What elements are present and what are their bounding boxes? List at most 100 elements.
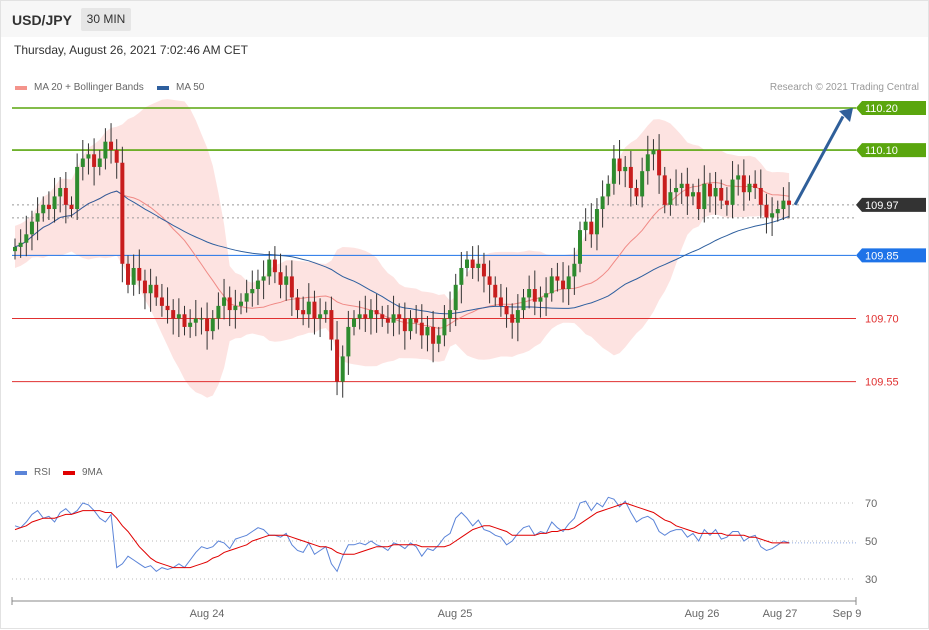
candle-body xyxy=(357,314,362,319)
candle-body xyxy=(165,305,170,311)
candle-body xyxy=(58,187,63,197)
candle-body xyxy=(142,280,147,294)
candle-body xyxy=(306,301,311,315)
candle-body xyxy=(13,246,17,252)
x-tick-label: Aug 24 xyxy=(190,608,225,620)
candle-body xyxy=(402,318,407,332)
candle-body xyxy=(691,192,695,197)
candle-body xyxy=(131,267,136,285)
forecast-arrow-line xyxy=(793,115,845,206)
candle-body xyxy=(182,314,187,327)
candle-body xyxy=(227,297,232,311)
candle-body xyxy=(758,187,763,205)
candle-body xyxy=(504,305,509,315)
candle-body xyxy=(645,154,650,172)
candle-body xyxy=(340,356,345,382)
candle-body xyxy=(368,310,373,319)
candle-body xyxy=(374,310,379,315)
rsi-line xyxy=(14,496,790,573)
candle-body xyxy=(515,310,520,323)
level-label-109.85: 109.85 xyxy=(865,250,899,262)
x-tick-label: Sep 9 xyxy=(833,608,862,620)
bollinger-band-area xyxy=(15,99,790,398)
level-label-110.20: 110.20 xyxy=(865,103,898,115)
candle-body xyxy=(498,297,503,306)
candle-body xyxy=(487,276,492,285)
candle-body xyxy=(193,318,198,323)
candle-body xyxy=(555,276,560,281)
candle-body xyxy=(730,179,735,205)
candle-body xyxy=(159,297,164,306)
candle-body xyxy=(312,301,317,319)
candle-body xyxy=(431,326,436,344)
candle-body xyxy=(707,183,712,197)
candle-body xyxy=(583,221,588,231)
candle-body xyxy=(199,318,204,320)
candle-body xyxy=(380,314,385,319)
candle-body xyxy=(696,192,701,210)
candle-body xyxy=(764,204,769,218)
candle-body xyxy=(148,284,153,294)
candle-body xyxy=(589,221,594,235)
candle-body xyxy=(465,259,469,268)
candle-body xyxy=(335,339,340,382)
candle-body xyxy=(617,158,622,172)
candle-body xyxy=(657,150,662,176)
candle-body xyxy=(538,297,543,302)
candle-body xyxy=(561,280,566,290)
candle-body xyxy=(453,284,458,311)
candle-body xyxy=(527,289,532,298)
candle-body xyxy=(679,183,684,188)
x-tick-label: Aug 26 xyxy=(685,608,720,620)
level-label-109.55: 109.55 xyxy=(865,377,899,389)
candle-body xyxy=(154,284,159,298)
candle-body xyxy=(29,221,34,235)
level-label-109.70: 109.70 xyxy=(865,314,899,326)
candle-body xyxy=(770,213,775,218)
candle-body xyxy=(239,301,243,306)
candle-body xyxy=(284,276,289,285)
candle-body xyxy=(120,162,125,264)
candle-body xyxy=(114,150,119,163)
candle-body xyxy=(52,196,57,210)
candle-body xyxy=(97,158,102,167)
candle-body xyxy=(781,200,786,210)
candle-body xyxy=(623,166,628,172)
candle-body xyxy=(510,314,515,323)
candle-body xyxy=(408,318,413,332)
level-label-110.10: 110.10 xyxy=(865,145,898,157)
level-label-109.97: 109.97 xyxy=(865,200,899,212)
candle-body xyxy=(92,154,97,167)
candle-body xyxy=(272,259,277,273)
candle-body xyxy=(126,263,130,285)
candle-body xyxy=(493,284,498,298)
candle-body xyxy=(216,305,221,319)
candle-body xyxy=(414,318,419,323)
candle-body xyxy=(289,276,294,298)
candle-body xyxy=(41,204,46,214)
rsi-tick-label: 70 xyxy=(865,498,877,510)
candle-body xyxy=(775,209,780,214)
candle-body xyxy=(205,318,210,332)
candle-body xyxy=(210,318,215,332)
candle-body xyxy=(611,158,616,184)
candle-body xyxy=(363,314,368,319)
candle-body xyxy=(702,183,707,210)
candle-body xyxy=(459,267,464,285)
candle-body xyxy=(532,289,537,302)
candle-body xyxy=(566,276,571,290)
candle-body xyxy=(470,259,475,268)
candle-body xyxy=(442,318,447,336)
candle-body xyxy=(109,141,114,151)
candle-body xyxy=(69,204,74,210)
candle-body xyxy=(261,276,266,281)
x-tick-label: Aug 27 xyxy=(763,608,798,620)
candle-body xyxy=(244,293,249,302)
candle-body xyxy=(137,267,142,281)
candle-body xyxy=(436,335,441,344)
candle-body xyxy=(600,196,605,210)
candle-body xyxy=(521,297,526,311)
candle-body xyxy=(419,322,424,336)
candle-body xyxy=(352,318,356,327)
candle-body xyxy=(301,310,306,315)
